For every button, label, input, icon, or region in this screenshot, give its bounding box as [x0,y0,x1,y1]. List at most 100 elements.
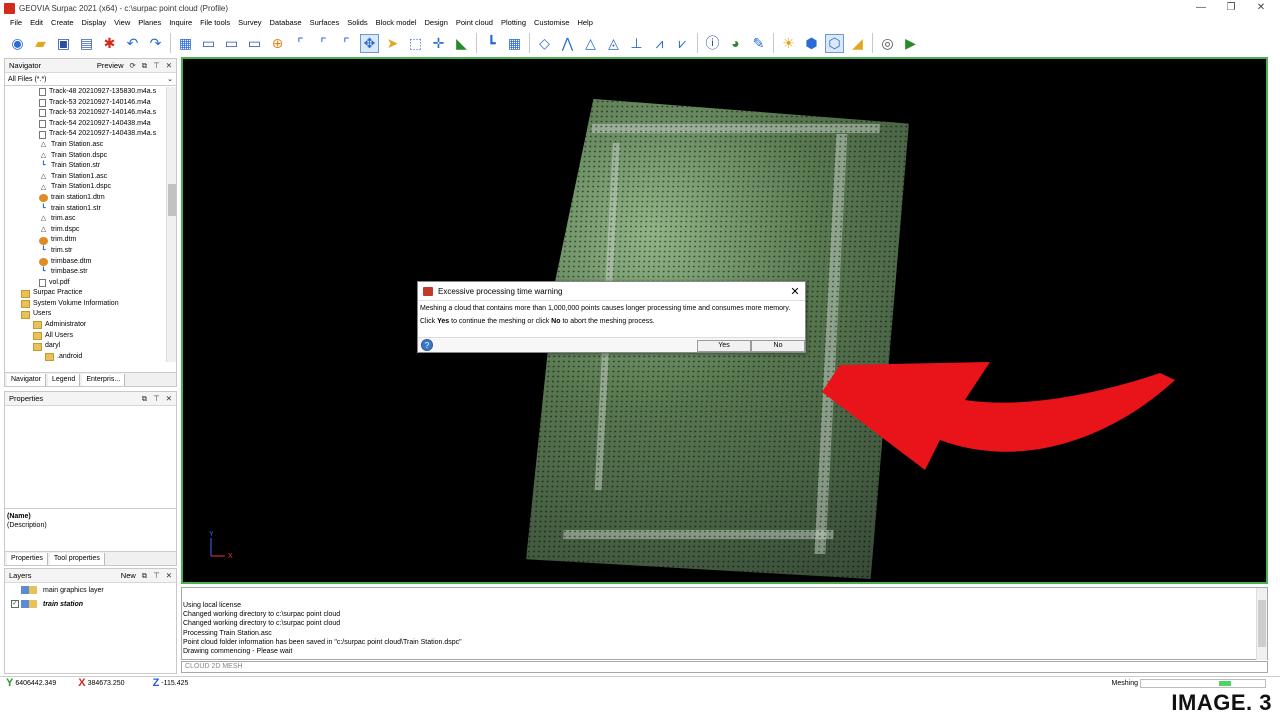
tab-navigator[interactable]: Navigator [7,373,46,386]
menu-inquire[interactable]: Inquire [165,18,196,27]
pin-icon[interactable]: ⊤ [153,571,160,580]
pencil-icon[interactable]: ✎ [749,34,768,53]
preview-button[interactable]: Preview [97,61,124,70]
play-macro-icon[interactable]: ▶ [901,34,920,53]
tree-item[interactable]: Track-48 20210927-135830.m4a.s [5,87,166,98]
menu-edit[interactable]: Edit [26,18,47,27]
solid-icon[interactable]: ⬢ [802,34,821,53]
select-pointer-icon[interactable]: ➤ [383,34,402,53]
navigator-scrollbar[interactable] [166,87,176,362]
tree-item[interactable]: Track-54 20210927-140438.m4a.s [5,129,166,140]
tree-item[interactable]: Users [5,309,166,320]
close-icon[interactable]: ✕ [785,285,805,298]
tree-item[interactable]: Track-54 20210927-140438.m4a [5,119,166,130]
redo-icon[interactable]: ↷ [146,34,165,53]
layer-checkbox[interactable] [11,586,19,594]
menu-point-cloud[interactable]: Point cloud [452,18,497,27]
pin-icon[interactable]: ⊤ [153,394,160,403]
polyline-edit-icon[interactable]: ⩗ [673,34,692,53]
box-select-icon[interactable]: ⬚ [406,34,425,53]
menu-design[interactable]: Design [421,18,452,27]
close-panel-icon[interactable]: ✕ [166,394,172,403]
restore-button[interactable]: ❐ [1216,0,1246,16]
help-icon[interactable]: ? [421,339,433,351]
tree-item[interactable]: Surpac Practice [5,288,166,299]
tree-item[interactable]: △ trim.asc [5,214,166,225]
float-icon[interactable]: ⧉ [142,571,147,581]
tree-item[interactable]: All Users [5,331,166,342]
tab-legend[interactable]: Legend [47,373,81,386]
menu-file[interactable]: File [6,18,26,27]
grid-icon[interactable]: ▦ [176,34,195,53]
minimize-button[interactable]: — [1186,0,1216,16]
wireframe-icon[interactable]: ⬡ [825,33,844,53]
tree-item[interactable]: vol.pdf [5,278,166,289]
zoom-out-monitor-icon[interactable]: ▭ [222,34,241,53]
tree-item[interactable]: △ trim.dspc [5,225,166,236]
crosshair-icon[interactable]: ⊕ [268,34,287,53]
menu-planes[interactable]: Planes [134,18,165,27]
menu-database[interactable]: Database [266,18,306,27]
menu-view[interactable]: View [110,18,134,27]
scrollbar-thumb[interactable] [168,184,176,216]
pin-icon[interactable]: ⊤ [153,61,160,70]
tree-item[interactable]: Track-53 20210927-140146.m4a [5,98,166,109]
light-icon[interactable]: ☀ [779,34,798,53]
tree-item[interactable]: System Volume Information [5,299,166,310]
tree-item[interactable]: trim.dtm [5,235,166,246]
print-icon[interactable]: ▤ [77,34,96,53]
record-icon[interactable]: ◎ [878,34,897,53]
grid-settings-icon[interactable]: ▦ [505,34,524,53]
digitise-icon[interactable]: ◇ [535,34,554,53]
paint-icon[interactable]: ◢ [848,34,867,53]
file-filter-select[interactable]: All Files (*.*) ⌄ [5,73,176,86]
digitise-point-icon[interactable]: ⋀ [558,34,577,53]
menu-customise[interactable]: Customise [530,18,573,27]
triangle-icon[interactable]: △ [581,34,600,53]
view-zx-icon[interactable]: ⌜ [314,34,333,53]
no-button[interactable]: No [751,340,805,352]
zoom-monitor-icon[interactable]: ▭ [199,34,218,53]
message-scrollbar[interactable] [1256,588,1267,660]
triangle-edit-icon[interactable]: ◬ [604,34,623,53]
tree-item[interactable]: Track-53 20210927-140146.m4a.s [5,108,166,119]
tree-item[interactable]: ┗ trimbase.str [5,267,166,278]
zoom-extents-icon[interactable]: ▭ [245,34,264,53]
menu-surfaces[interactable]: Surfaces [306,18,344,27]
tree-item[interactable]: train station1.dtm [5,193,166,204]
menu-create[interactable]: Create [47,18,78,27]
globe-icon[interactable]: ◉ [8,34,27,53]
view-zy-icon[interactable]: ⌜ [337,34,356,53]
section-icon[interactable]: ◣ [452,34,471,53]
layer-row-main[interactable]: main graphics layer [5,583,176,597]
close-window-button[interactable]: ✕ [1246,0,1276,16]
tree-item[interactable]: .android [5,352,166,362]
tree-item[interactable]: ┗ train station1.str [5,204,166,215]
reset-graphics-icon[interactable]: ✱ [100,34,119,53]
close-panel-icon[interactable]: ✕ [166,571,172,580]
float-icon[interactable]: ⧉ [142,394,147,404]
tree-item[interactable]: △ Train Station1.dspc [5,182,166,193]
tree-item[interactable]: ┗ trim.str [5,246,166,257]
info-icon[interactable]: ⓘ [703,34,722,53]
menu-solids[interactable]: Solids [343,18,371,27]
menu-file-tools[interactable]: File tools [196,18,234,27]
tree-item[interactable]: daryl [5,341,166,352]
menu-help[interactable]: Help [573,18,596,27]
refresh-icon[interactable]: ⟳ [130,61,136,70]
polyline-icon[interactable]: ⩘ [650,34,669,53]
new-layer-button[interactable]: New [121,571,136,580]
layer-row-train-station[interactable]: ✓ train station [5,597,176,611]
open-folder-icon[interactable]: ▰ [31,34,50,53]
tree-item[interactable]: △ Train Station.asc [5,140,166,151]
string-tool-icon[interactable]: ┗ [482,34,501,53]
tree-item[interactable]: ┗ Train Station.str [5,161,166,172]
menu-block-model[interactable]: Block model [372,18,421,27]
layer-checkbox[interactable]: ✓ [11,600,19,608]
menu-display[interactable]: Display [78,18,111,27]
tab-properties[interactable]: Properties [7,552,48,565]
menu-plotting[interactable]: Plotting [497,18,530,27]
view-yx-icon[interactable]: ⌜ [291,34,310,53]
menu-survey[interactable]: Survey [234,18,265,27]
rotate-view-icon[interactable]: ✥ [360,33,379,53]
